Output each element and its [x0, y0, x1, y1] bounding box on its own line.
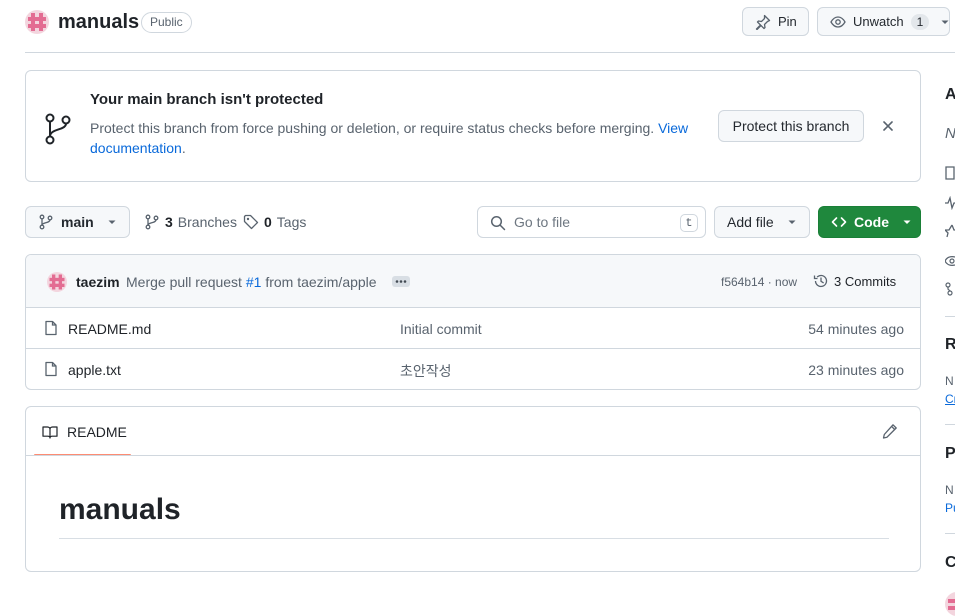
git-branch-icon: [38, 214, 54, 230]
releases-text: N: [945, 374, 954, 388]
contributor-avatar[interactable]: [945, 592, 955, 616]
code-icon: [831, 214, 847, 230]
packages-heading: P: [945, 445, 955, 462]
search-placeholder: Go to file: [514, 214, 571, 230]
search-icon: [490, 215, 506, 231]
contributors-heading: C: [945, 554, 955, 571]
banner-description: Protect this branch from force pushing o…: [90, 120, 655, 136]
readme-tab-label: README: [67, 424, 127, 440]
git-branch-icon: [144, 214, 160, 230]
sidebar-divider: [945, 533, 955, 534]
shortcut-key: t: [680, 214, 698, 232]
protect-branch-label: Protect this branch: [732, 118, 850, 134]
readme-panel: README manuals: [25, 406, 921, 572]
packages-text: N: [945, 483, 954, 497]
banner-period: .: [181, 140, 186, 156]
create-release-link[interactable]: Cr: [945, 392, 955, 406]
file-icon: [43, 320, 59, 336]
commit-message-prefix: Merge pull request: [126, 274, 242, 290]
code-button[interactable]: Code: [818, 206, 921, 238]
branches-count: 3: [165, 214, 173, 230]
unwatch-button[interactable]: Unwatch 1: [817, 7, 950, 36]
commit-message: Merge pull request #1 from taezim/apple: [126, 274, 377, 290]
author-avatar[interactable]: [47, 272, 67, 292]
watch-count: 1: [910, 13, 930, 30]
commit-sha-time[interactable]: f564b14 · now: [721, 275, 797, 289]
link-part-1: View: [658, 120, 689, 136]
fork-icon: [945, 282, 955, 296]
file-icon: [43, 361, 59, 377]
chevron-down-icon: [787, 217, 797, 227]
publish-package-link[interactable]: Pu: [945, 501, 955, 515]
readme-header-divider: [26, 455, 920, 456]
eye-icon: [945, 254, 955, 268]
history-icon: [813, 273, 829, 289]
expand-message-button[interactable]: [392, 276, 410, 287]
add-file-label: Add file: [727, 214, 774, 230]
link-part-2: documentation: [90, 140, 182, 156]
file-updated-time: 54 minutes ago: [808, 321, 904, 337]
releases-heading: R: [945, 336, 955, 353]
repo-name[interactable]: manuals: [58, 11, 139, 34]
banner-title: Your main branch isn't protected: [90, 91, 324, 108]
chevron-down-icon: [902, 217, 912, 227]
eye-icon: [830, 14, 846, 30]
file-updated-time: 23 minutes ago: [808, 362, 904, 378]
chevron-down-icon: [107, 217, 117, 227]
commit-author[interactable]: taezim: [76, 274, 120, 290]
pencil-icon[interactable]: [882, 423, 898, 439]
about-heading: A: [945, 86, 955, 103]
branches-label: Branches: [177, 214, 237, 230]
chevron-down-icon: [940, 17, 950, 27]
about-description: N: [945, 125, 955, 142]
readme-tab[interactable]: README: [34, 407, 131, 456]
branch-selector[interactable]: main: [25, 206, 130, 238]
branch-protection-banner: Your main branch isn't protected Protect…: [25, 70, 921, 182]
tags-label: Tags: [276, 214, 307, 230]
tags-count: 0: [264, 214, 272, 230]
sidebar-divider: [945, 424, 955, 425]
heading-rule: [59, 538, 889, 539]
go-to-file-search[interactable]: Go to file t: [477, 206, 706, 238]
file-row[interactable]: apple.txt 초안작성 23 minutes ago: [26, 349, 920, 390]
git-branch-icon: [44, 113, 72, 145]
repo-avatar: [25, 10, 49, 34]
tags-link[interactable]: 0 Tags: [243, 214, 306, 230]
close-icon[interactable]: [881, 119, 895, 133]
tag-icon: [243, 214, 259, 230]
pin-button[interactable]: Pin: [742, 7, 809, 36]
banner-text: Protect this branch from force pushing o…: [90, 118, 700, 158]
readme-heading: manuals: [59, 493, 181, 526]
file-name[interactable]: README.md: [68, 321, 151, 337]
star-icon: [945, 224, 955, 238]
add-file-button[interactable]: Add file: [714, 206, 810, 238]
book-icon: [945, 166, 955, 180]
latest-commit-bar: taezim Merge pull request #1 from taezim…: [26, 255, 920, 308]
file-commit-message[interactable]: Initial commit: [400, 321, 482, 337]
file-commit-message[interactable]: 초안작성: [400, 361, 452, 381]
visibility-badge: Public: [141, 12, 192, 33]
sidebar-divider: [945, 316, 955, 317]
pin-label: Pin: [778, 14, 797, 29]
branches-link[interactable]: 3 Branches: [144, 214, 237, 230]
code-label: Code: [854, 214, 889, 230]
branch-name: main: [61, 214, 94, 230]
ellipsis-icon: [395, 279, 407, 284]
pulse-icon: [945, 196, 955, 210]
unwatch-label: Unwatch: [853, 14, 904, 29]
commit-message-suffix: from taezim/apple: [265, 274, 377, 290]
file-name[interactable]: apple.txt: [68, 362, 121, 378]
file-row[interactable]: README.md Initial commit 54 minutes ago: [26, 308, 920, 349]
header-divider: [25, 52, 955, 53]
protect-branch-button[interactable]: Protect this branch: [718, 110, 864, 142]
book-icon: [42, 424, 58, 440]
pull-request-link[interactable]: #1: [246, 274, 262, 290]
pin-icon: [755, 14, 771, 30]
commits-link[interactable]: 3 Commits: [813, 273, 896, 289]
commits-label: 3 Commits: [834, 273, 897, 289]
